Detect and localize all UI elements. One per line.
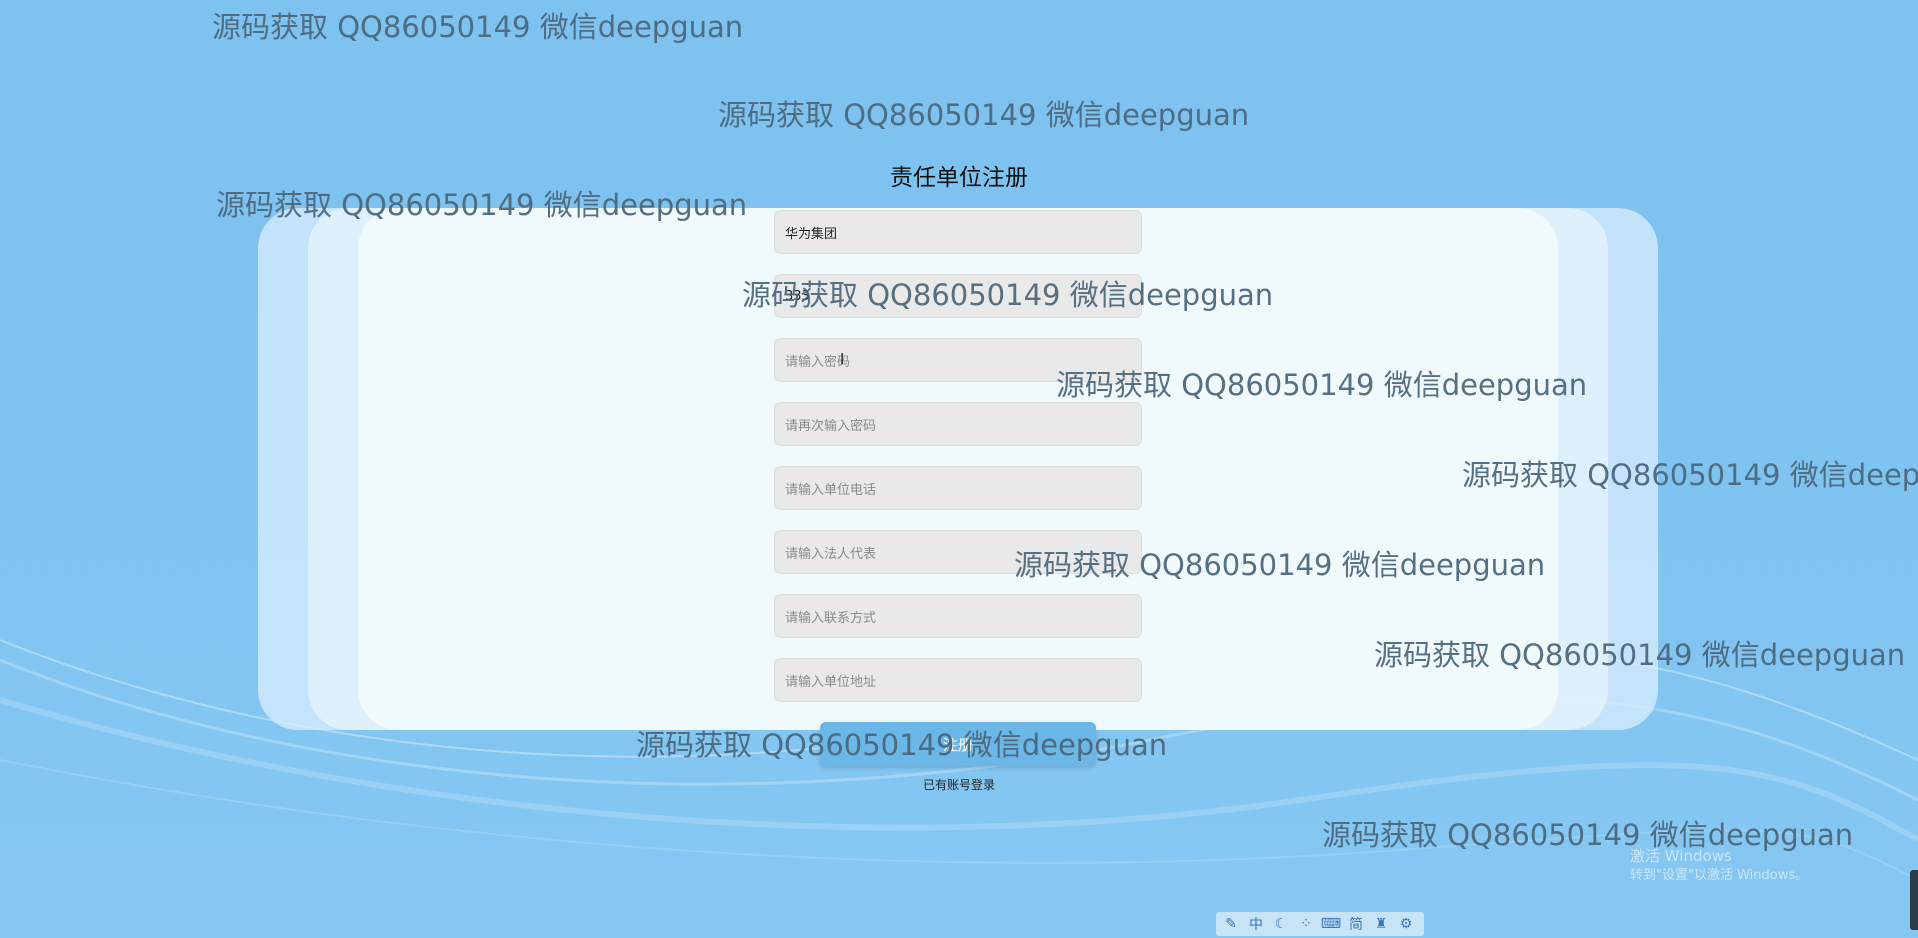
watermark: 源码获取 QQ86050149 微信deepguan <box>718 98 1250 132</box>
keyboard-icon[interactable]: ⌨ <box>1320 916 1342 932</box>
ime-toolbar[interactable]: ✎ 中 ☾ ⁘ ⌨ 简 ♜ ⚙ <box>1216 912 1424 936</box>
login-link[interactable]: 已有账号登录 <box>0 776 1918 793</box>
watermark: 源码获取 QQ86050149 微信deepguan <box>1374 638 1906 672</box>
ime-mode-simplified[interactable]: 简 <box>1345 914 1367 934</box>
ime-mode-chinese[interactable]: 中 <box>1245 914 1267 934</box>
watermark: 源码获取 QQ86050149 微信deepguan <box>742 278 1274 312</box>
activate-windows-title: 激活 Windows <box>1630 847 1732 865</box>
activate-windows-notice: 激活 Windows 转到"设置"以激活 Windows。 <box>1630 846 1808 886</box>
contact-field[interactable]: 请输入联系方式 <box>774 594 1142 638</box>
watermark: 源码获取 QQ86050149 微信deepguan <box>1056 368 1588 402</box>
moon-icon[interactable]: ☾ <box>1270 916 1292 932</box>
unit-address-field[interactable]: 请输入单位地址 <box>774 658 1142 702</box>
ime-logo-icon[interactable]: ✎ <box>1220 916 1242 932</box>
watermark: 源码获取 QQ86050149 微信deep <box>1462 458 1918 492</box>
shirt-icon[interactable]: ♜ <box>1370 916 1392 932</box>
watermark: 源码获取 QQ86050149 微信deepguan <box>216 188 748 222</box>
confirm-password-field[interactable]: 请再次输入密码 <box>774 402 1142 446</box>
watermark: 源码获取 QQ86050149 微信deepguan <box>1014 548 1546 582</box>
dots-icon[interactable]: ⁘ <box>1295 916 1317 932</box>
text-cursor-icon: I <box>840 350 845 368</box>
unit-name-field[interactable]: 华为集团 <box>774 210 1142 254</box>
watermark: 源码获取 QQ86050149 微信deepguan <box>636 728 1168 762</box>
activate-windows-subtitle: 转到"设置"以激活 Windows。 <box>1630 868 1809 883</box>
gear-icon[interactable]: ⚙ <box>1395 916 1417 932</box>
unit-phone-field[interactable]: 请输入单位电话 <box>774 466 1142 510</box>
watermark: 源码获取 QQ86050149 微信deepguan <box>212 10 744 44</box>
edge-tab[interactable] <box>1910 870 1918 930</box>
